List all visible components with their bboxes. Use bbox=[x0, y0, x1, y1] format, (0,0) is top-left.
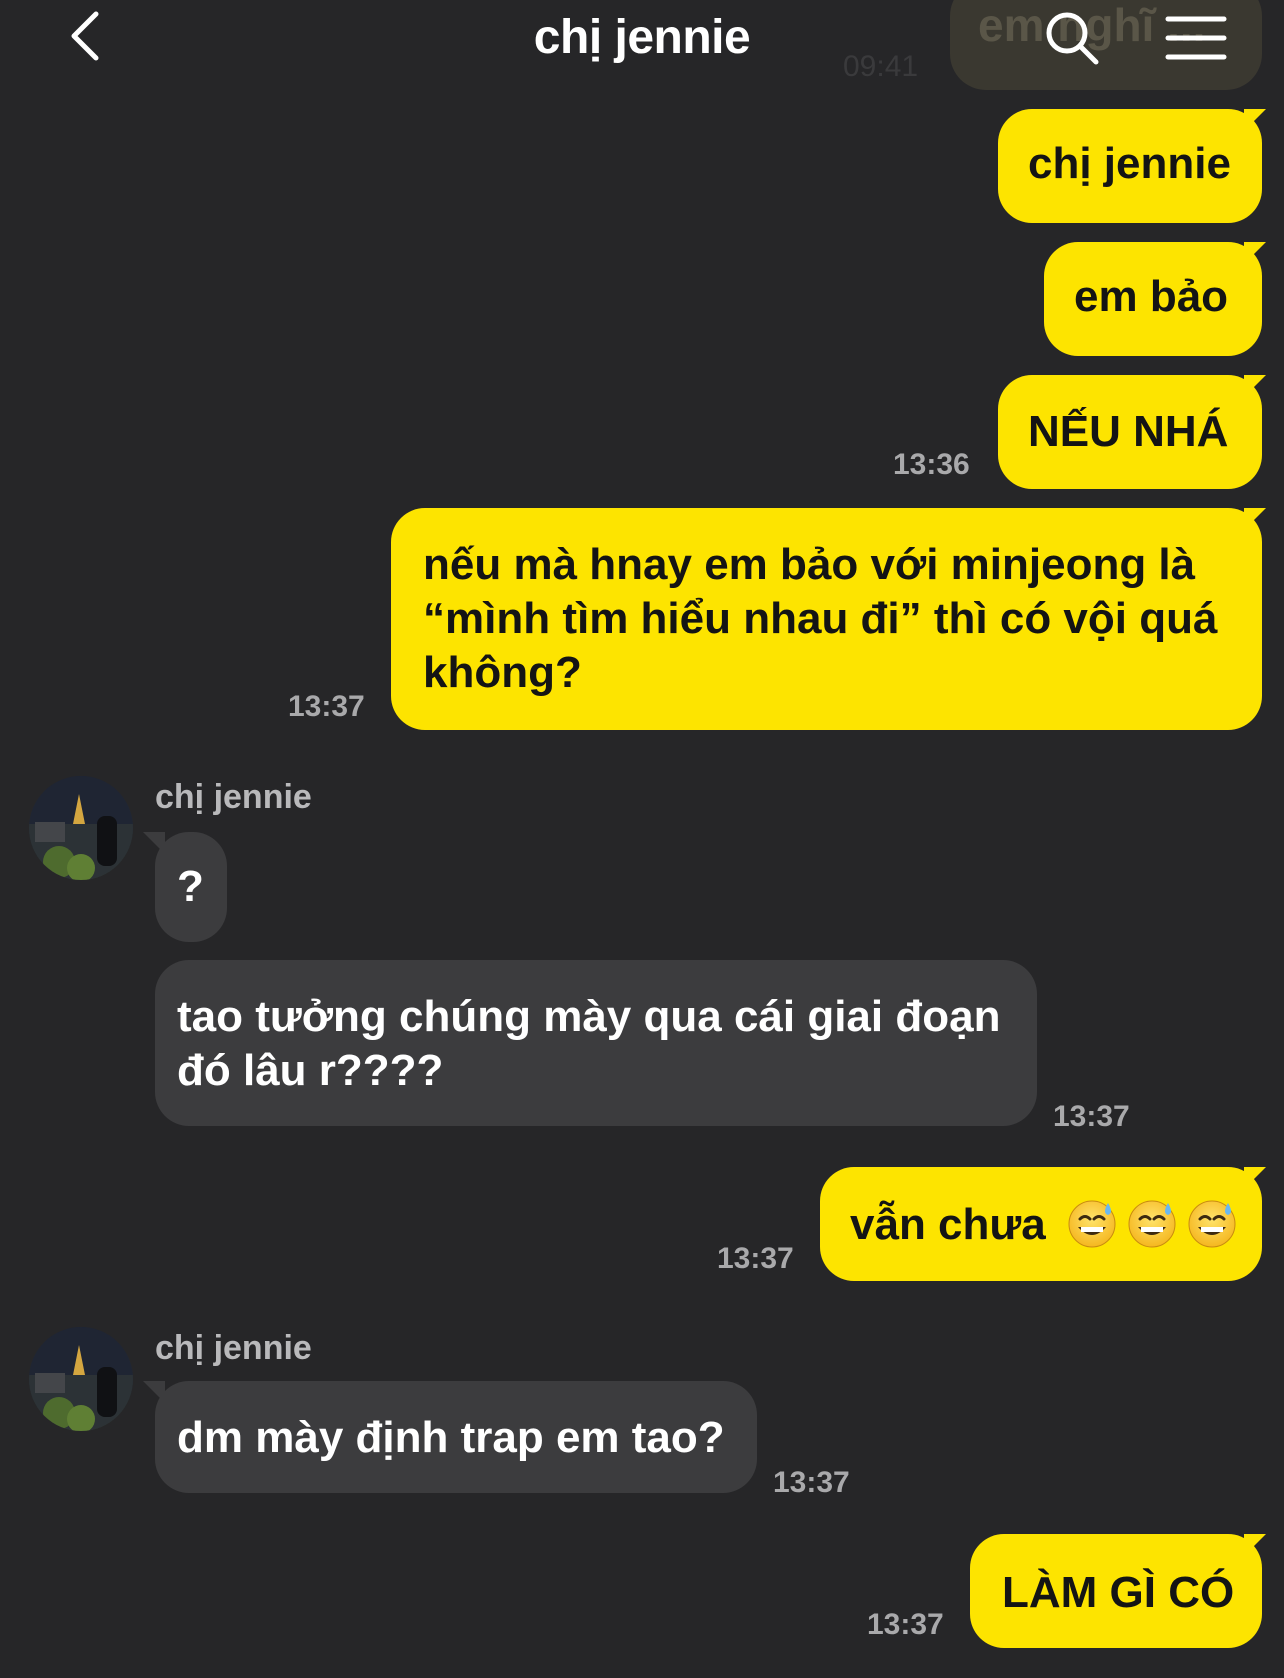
ghost-timestamp: 09:41 bbox=[843, 50, 919, 83]
message-bubble-mine[interactable]: vẫn chưa bbox=[820, 1167, 1262, 1281]
bubble-tail bbox=[1244, 1167, 1266, 1189]
message-timestamp: 13:37 bbox=[867, 1608, 944, 1641]
bubble-tail bbox=[1244, 242, 1266, 264]
sweat-smile-icon bbox=[1128, 1200, 1176, 1248]
avatar[interactable] bbox=[29, 1327, 133, 1431]
hamburger-menu-icon bbox=[1165, 16, 1227, 60]
message-text: nếu mà hnay em bảo với minjeong là “mình… bbox=[423, 540, 1218, 697]
message-bubble-mine[interactable]: NẾU NHÁ bbox=[998, 375, 1262, 489]
message-bubble-mine[interactable]: em bảo bbox=[1044, 242, 1262, 356]
message-text: ? bbox=[177, 862, 204, 911]
bubble-tail bbox=[1244, 508, 1266, 530]
sender-name: chị jennie bbox=[155, 1329, 312, 1367]
message-bubble-theirs[interactable]: tao tưởng chúng mày qua cái giai đoạn đó… bbox=[155, 960, 1037, 1126]
sweat-smile-icon bbox=[1068, 1200, 1116, 1248]
message-text: dm mày định trap em tao? bbox=[177, 1413, 725, 1462]
message-text: LÀM GÌ CÓ bbox=[1002, 1568, 1235, 1617]
avatar[interactable] bbox=[29, 776, 133, 880]
search-icon bbox=[1046, 12, 1099, 65]
avatar-photo bbox=[29, 1327, 133, 1431]
message-bubble-mine[interactable]: nếu mà hnay em bảo với minjeong là “mình… bbox=[391, 508, 1262, 730]
bubble-tail bbox=[1244, 109, 1266, 131]
message-text: NẾU NHÁ bbox=[1028, 407, 1229, 456]
message-timestamp: 13:37 bbox=[288, 690, 365, 723]
message-text: em bảo bbox=[1074, 272, 1229, 321]
message-timestamp: 13:37 bbox=[717, 1242, 794, 1275]
message-bubble-mine[interactable]: chị jennie bbox=[998, 109, 1262, 223]
bubble-tail bbox=[143, 832, 165, 854]
message-timestamp: 13:37 bbox=[773, 1466, 850, 1499]
message-bubble-theirs[interactable]: dm mày định trap em tao? bbox=[155, 1381, 757, 1493]
sweat-smile-icon bbox=[1188, 1200, 1236, 1248]
bubble-tail bbox=[1244, 1534, 1266, 1556]
message-text: vẫn chưa bbox=[850, 1200, 1046, 1249]
search-button[interactable] bbox=[1040, 6, 1104, 70]
message-bubble-mine[interactable]: LÀM GÌ CÓ bbox=[970, 1534, 1262, 1648]
avatar-photo bbox=[29, 776, 133, 880]
message-text: chị jennie bbox=[1028, 139, 1231, 188]
message-bubble-theirs[interactable]: ? bbox=[155, 832, 227, 942]
message-timestamp: 13:37 bbox=[1053, 1100, 1130, 1133]
sender-name: chị jennie bbox=[155, 778, 312, 816]
message-text: tao tưởng chúng mày qua cái giai đoạn đó… bbox=[177, 992, 1001, 1095]
bubble-tail bbox=[1244, 375, 1266, 397]
menu-button[interactable] bbox=[1160, 8, 1232, 68]
bubble-tail bbox=[143, 1381, 165, 1403]
message-timestamp: 13:36 bbox=[893, 448, 970, 481]
